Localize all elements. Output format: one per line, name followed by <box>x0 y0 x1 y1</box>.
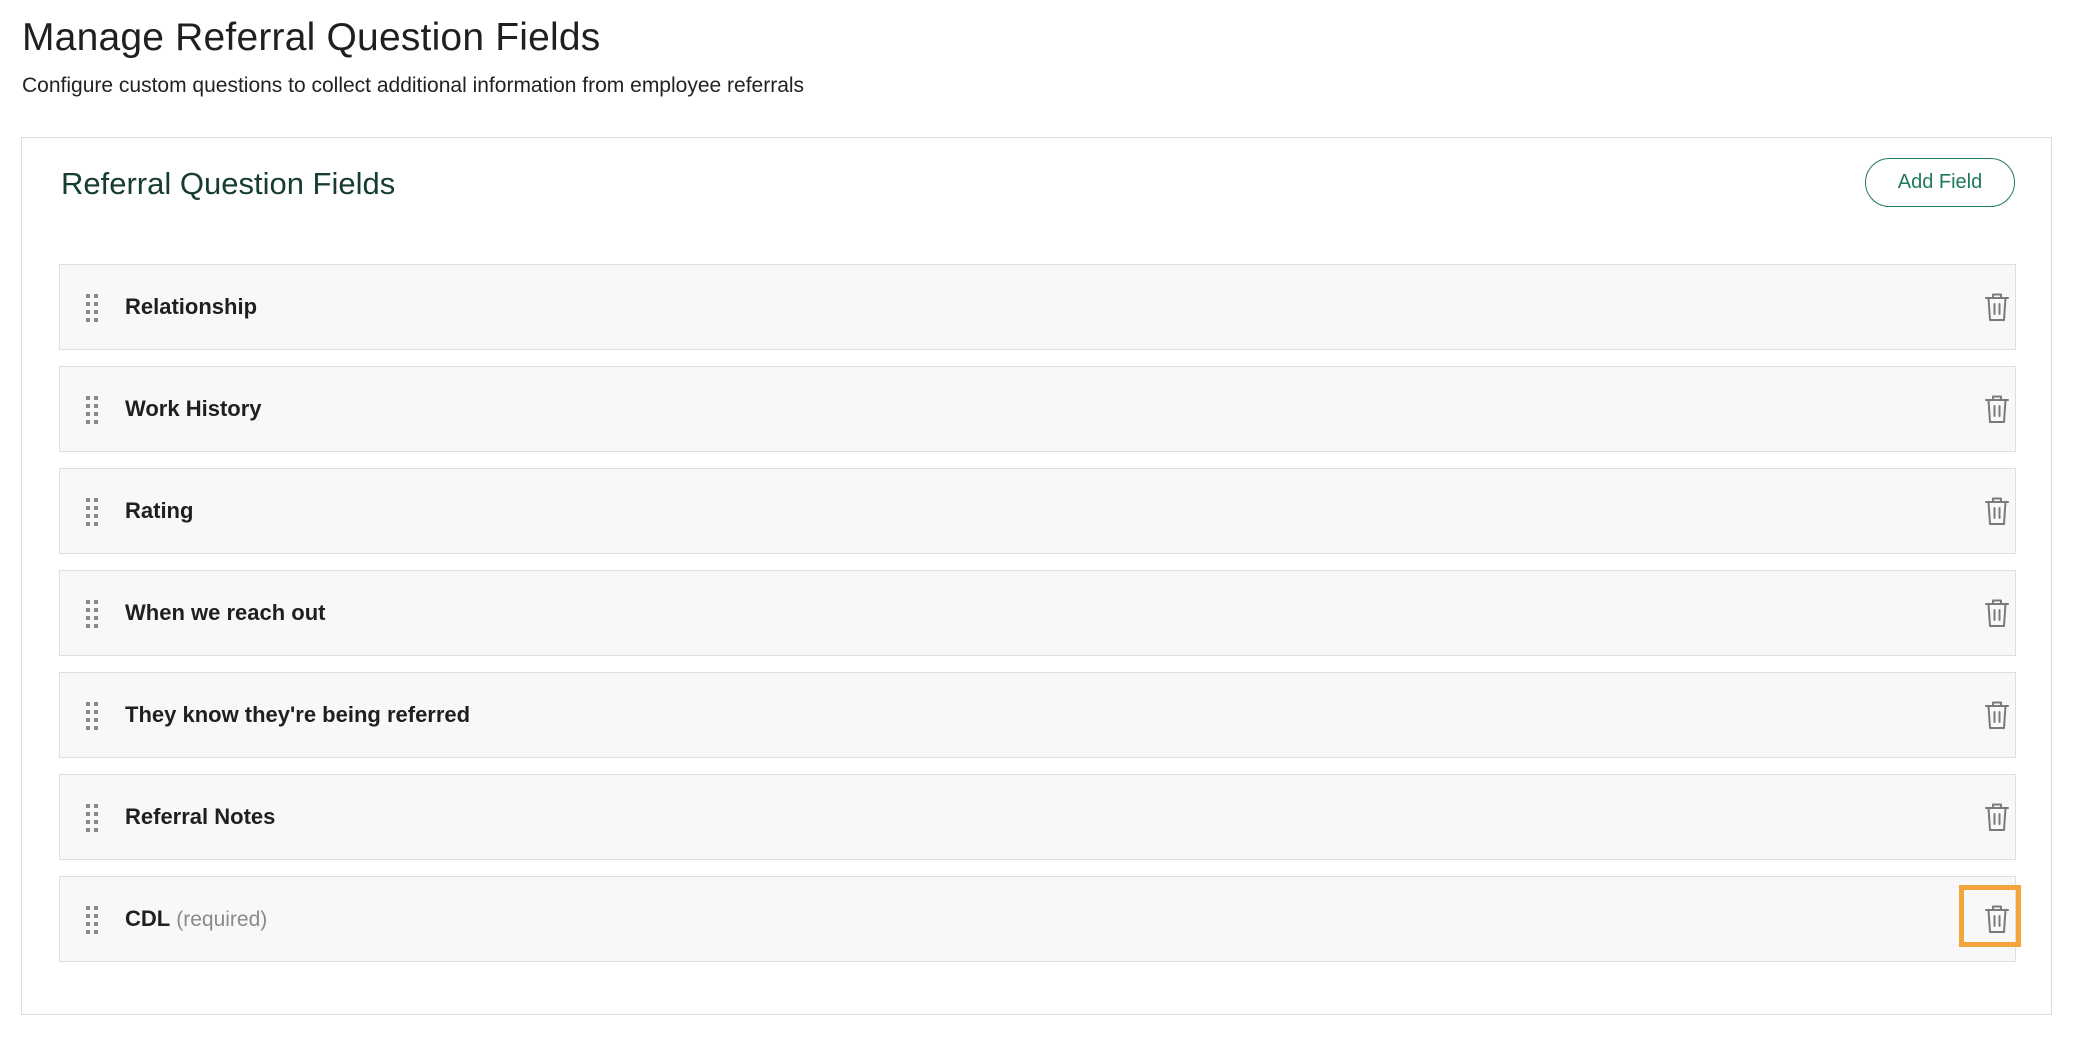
delete-field-button[interactable] <box>1981 597 2013 629</box>
trash-icon <box>1981 495 2013 527</box>
delete-field-button[interactable] <box>1981 801 2013 833</box>
field-label: They know they're being referred <box>125 702 471 727</box>
field-label-wrap: When we reach out <box>125 571 331 655</box>
field-row: Relationship <box>59 264 2016 350</box>
trash-icon <box>1981 291 2013 323</box>
field-label: Work History <box>125 396 262 421</box>
drag-handle-icon[interactable] <box>86 498 100 526</box>
delete-field-button[interactable] <box>1981 495 2013 527</box>
field-label: Referral Notes <box>125 804 276 829</box>
page-subtitle: Configure custom questions to collect ad… <box>22 74 805 97</box>
page-title: Manage Referral Question Fields <box>22 16 601 59</box>
drag-handle-icon[interactable] <box>86 702 100 730</box>
trash-icon <box>1981 903 2013 935</box>
field-label-wrap: CDL (required) <box>125 877 267 961</box>
card-title: Referral Question Fields <box>61 166 396 201</box>
field-row: When we reach out <box>59 570 2016 656</box>
field-label-wrap: Relationship <box>125 265 263 349</box>
trash-icon <box>1981 801 2013 833</box>
field-label: When we reach out <box>125 600 326 625</box>
field-row: Rating <box>59 468 2016 554</box>
trash-icon <box>1981 597 2013 629</box>
field-row: Referral Notes <box>59 774 2016 860</box>
field-row: Work History <box>59 366 2016 452</box>
delete-field-button[interactable] <box>1981 393 2013 425</box>
field-label-wrap: Referral Notes <box>125 775 281 859</box>
drag-handle-icon[interactable] <box>86 600 100 628</box>
field-label: CDL <box>125 906 171 931</box>
delete-field-button[interactable] <box>1981 291 2013 323</box>
add-field-button[interactable]: Add Field <box>1865 158 2015 207</box>
trash-icon <box>1981 393 2013 425</box>
referral-fields-card: Referral Question Fields Add Field Relat… <box>21 137 2052 1015</box>
field-label-wrap: They know they're being referred <box>125 673 476 757</box>
field-label: Rating <box>125 498 194 523</box>
field-row: CDL (required) <box>59 876 2021 962</box>
field-label-wrap: Rating <box>125 469 199 553</box>
drag-handle-icon[interactable] <box>86 396 100 424</box>
field-label: Relationship <box>125 294 258 319</box>
drag-handle-icon[interactable] <box>86 906 100 934</box>
delete-field-button[interactable] <box>1981 699 2013 731</box>
drag-handle-icon[interactable] <box>86 294 100 322</box>
field-required-note: (required) <box>176 908 268 931</box>
trash-icon <box>1981 699 2013 731</box>
drag-handle-icon[interactable] <box>86 804 100 832</box>
delete-field-button[interactable] <box>1981 903 2013 935</box>
field-row: They know they're being referred <box>59 672 2016 758</box>
field-label-wrap: Work History <box>125 367 268 451</box>
field-list: Relationship Work History Rating When we… <box>59 264 2021 978</box>
